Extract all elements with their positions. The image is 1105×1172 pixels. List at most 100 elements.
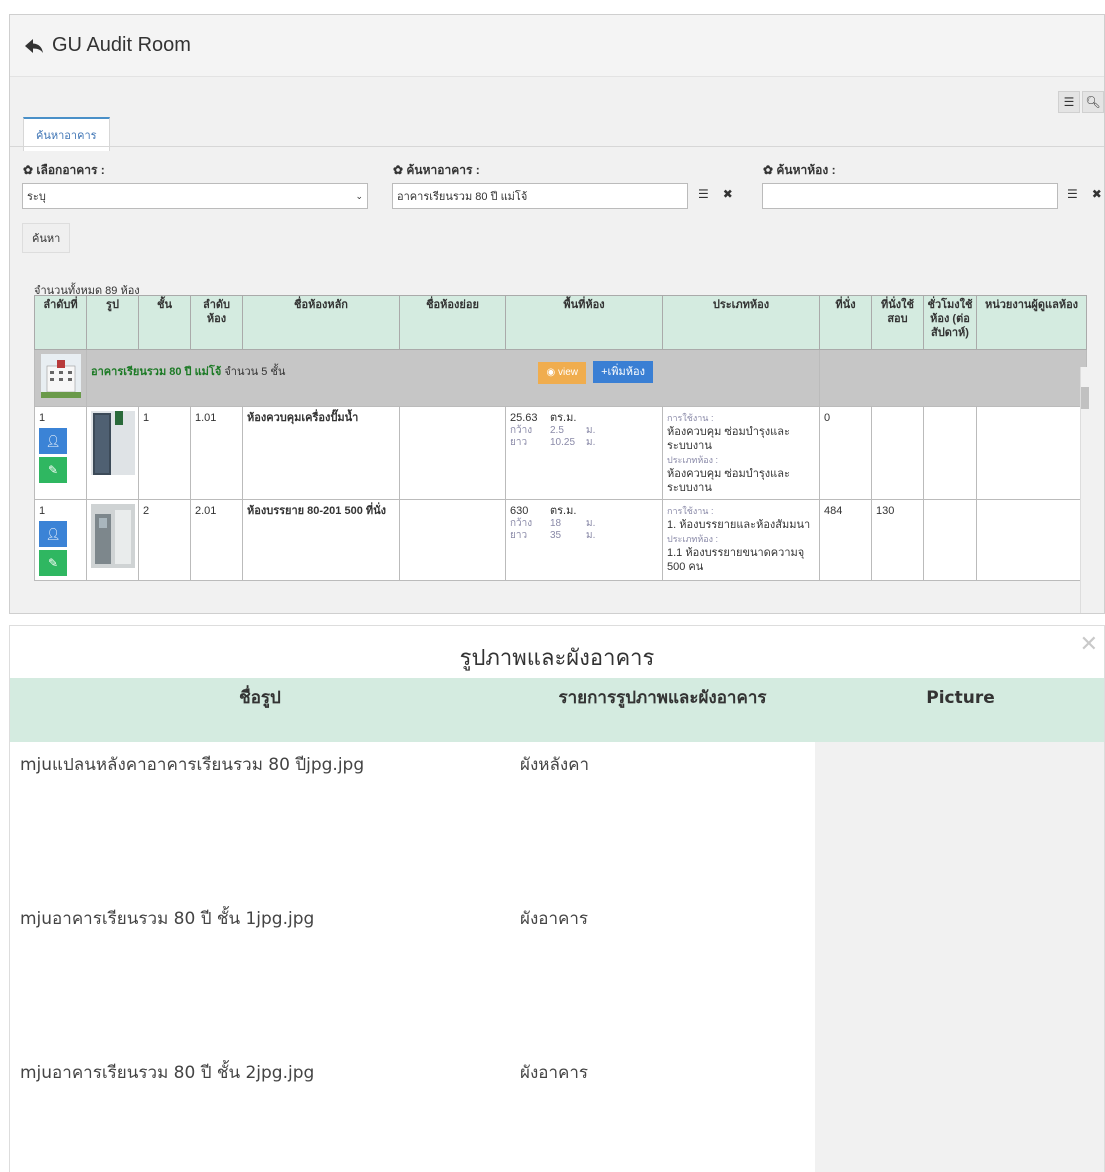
- room-photo[interactable]: [91, 504, 135, 568]
- table-scrollbar-thumb[interactable]: [1081, 387, 1089, 409]
- col-header[interactable]: ชื่อห้องย่อย: [399, 295, 506, 350]
- eye-icon: ◉: [546, 367, 558, 378]
- col-header[interactable]: ชื่อห้องหลัก: [242, 295, 400, 350]
- room-no-cell: 2.01: [190, 499, 243, 581]
- search-room-actions: ☰ ✖: [1067, 187, 1102, 201]
- list-view-button[interactable]: ☰: [1058, 91, 1080, 113]
- col-header[interactable]: ชั่วโมงใช้ห้อง (ต่อสัปดาห์): [923, 295, 977, 350]
- tab-divider: [10, 146, 1104, 147]
- col-header[interactable]: รูป: [86, 295, 139, 350]
- seats-cell: 0: [819, 406, 872, 500]
- picture-kind: ผังหลังคา: [520, 755, 590, 775]
- picture-kind: ผังอาคาร: [520, 909, 589, 929]
- picture-modal: รูปภาพและผังอาคาร ✕ ชื่อรูป รายการรูปภาพ…: [9, 625, 1105, 1172]
- list-icon[interactable]: ☰: [698, 187, 709, 201]
- picture-preview[interactable]: [815, 896, 1104, 1050]
- col-header[interactable]: หน่วยงานผู้ดูแลห้อง: [976, 295, 1087, 350]
- col-header[interactable]: ประเภทห้อง: [662, 295, 820, 350]
- picture-row: mjuอาคารเรียนรวม 80 ปี ชั้น 1jpg.jpg ผัง…: [10, 896, 1104, 1050]
- search-room-input[interactable]: [762, 183, 1058, 209]
- col-header: ชื่อรูป: [10, 678, 510, 742]
- picture-preview[interactable]: [815, 1050, 1104, 1172]
- col-header[interactable]: ที่นั่งใช้สอบ: [871, 295, 924, 350]
- owner-cell: [976, 499, 1087, 581]
- row-no: 1: [39, 412, 46, 424]
- search-button[interactable]: ค้นหา: [22, 223, 71, 253]
- building-group-row: อาคารเรียนรวม 80 ปี แม่โจ้ จำนวน 5 ชั้น …: [34, 349, 1087, 407]
- view-button[interactable]: ◉ view: [538, 362, 586, 384]
- building-group-name: อาคารเรียนรวม 80 ปี แม่โจ้: [91, 366, 222, 378]
- picture-kind: ผังอาคาร: [520, 1063, 589, 1083]
- building-thumbnail-cell: [34, 349, 87, 407]
- picture-name: mjuอาคารเรียนรวม 80 ปี ชั้น 1jpg.jpg: [20, 909, 315, 929]
- seats-cell: 484: [819, 499, 872, 581]
- modal-title: รูปภาพและผังอาคาร: [459, 646, 655, 671]
- search-building-label: ✿ ค้นหาอาคาร :: [393, 163, 480, 177]
- row-index-cell: 1 👤︎ ✎: [34, 406, 87, 500]
- panel-body: ☰ 🔍︎ ค้นหาอาคาร ✿ เลือกอาคาร : ✿ ค้นหาอา…: [10, 77, 1104, 613]
- col-header[interactable]: ลำดับห้อง: [190, 295, 243, 350]
- picture-row: mjuแปลนหลังคาอาคารเรียนรวม 80 ปีjpg.jpg …: [10, 742, 1104, 896]
- picture-table: ชื่อรูป รายการรูปภาพและผังอาคาร Picture …: [10, 678, 1104, 1172]
- col-header[interactable]: ลำดับที่: [34, 295, 87, 350]
- col-header[interactable]: พื้นที่ห้อง: [505, 295, 663, 350]
- user-button[interactable]: 👤︎: [39, 428, 67, 454]
- app-header: GU Audit Room: [10, 15, 1104, 77]
- search-room-label: ✿ ค้นหาห้อง :: [763, 163, 836, 177]
- search-icon: 🔍︎: [1085, 95, 1101, 109]
- picture-row: mjuอาคารเรียนรวม 80 ปี ชั้น 2jpg.jpg ผัง…: [10, 1050, 1104, 1172]
- app-title: GU Audit Room: [52, 34, 191, 56]
- close-icon[interactable]: ✕: [1080, 632, 1098, 657]
- sub-name-cell: [399, 499, 506, 581]
- owner-cell: [976, 406, 1087, 500]
- back-arrow-icon[interactable]: [24, 36, 44, 56]
- col-header[interactable]: ชั้น: [138, 295, 191, 350]
- sub-name-cell: [399, 406, 506, 500]
- table-header-row: ลำดับที่ รูป ชั้น ลำดับห้อง ชื่อห้องหลัก…: [34, 295, 1087, 350]
- list-icon: ☰: [1063, 95, 1075, 109]
- row-no: 1: [39, 505, 46, 517]
- hours-cell: [923, 406, 977, 500]
- search-building-input[interactable]: อาคารเรียนรวม 80 ปี แม่โจ้: [392, 183, 688, 209]
- add-room-button[interactable]: +เพิ่มห้อง: [593, 361, 653, 383]
- floor-cell: 1: [138, 406, 191, 500]
- gear-icon: ✿: [393, 163, 407, 177]
- building-photo[interactable]: [40, 354, 81, 398]
- building-floor-count: จำนวน 5 ชั้น: [224, 366, 286, 378]
- app-panel: GU Audit Room ☰ 🔍︎ ค้นหาอาคาร ✿ เลือกอาค…: [9, 14, 1105, 614]
- picture-name: mjuอาคารเรียนรวม 80 ปี ชั้น 2jpg.jpg: [20, 1063, 315, 1083]
- picture-preview[interactable]: [815, 742, 1104, 896]
- picture-name: mjuแปลนหลังคาอาคารเรียนรวม 80 ปีjpg.jpg: [20, 755, 365, 775]
- col-header: Picture: [815, 678, 1104, 742]
- select-building-label: ✿ เลือกอาคาร :: [23, 163, 105, 177]
- edit-button[interactable]: ✎: [39, 550, 67, 576]
- room-no-cell: 1.01: [190, 406, 243, 500]
- list-icon[interactable]: ☰: [1067, 187, 1078, 201]
- area-cell: 630 ตร.ม. กว้าง 18 ม. ยาว 35 ม.: [505, 499, 663, 581]
- user-icon: 👤︎: [45, 527, 61, 541]
- building-group-cell: อาคารเรียนรวม 80 ปี แม่โจ้ จำนวน 5 ชั้น …: [86, 349, 820, 407]
- area-cell: 25.63 ตร.ม. กว้าง 2.5 ม. ยาว 10.25 ม.: [505, 406, 663, 500]
- rooms-table: ลำดับที่ รูป ชั้น ลำดับห้อง ชื่อห้องหลัก…: [34, 295, 1087, 581]
- gear-icon: ✿: [23, 163, 37, 177]
- picture-table-header: ชื่อรูป รายการรูปภาพและผังอาคาร Picture: [10, 678, 1104, 742]
- row-index-cell: 1 👤︎ ✎: [34, 499, 87, 581]
- room-photo[interactable]: [91, 411, 135, 475]
- gear-icon: ✿: [763, 163, 777, 177]
- main-name-cell: ห้องควบคุมเครื่องปั๊มน้ำ: [242, 406, 400, 500]
- search-toggle-button[interactable]: 🔍︎: [1082, 91, 1104, 113]
- floor-cell: 2: [138, 499, 191, 581]
- clear-icon[interactable]: ✖: [723, 187, 733, 201]
- hours-cell: [923, 499, 977, 581]
- edit-icon: ✎: [47, 463, 59, 477]
- edit-button[interactable]: ✎: [39, 457, 67, 483]
- select-building-dropdown[interactable]: ระบุ ⌄: [22, 183, 368, 209]
- table-row: 1 👤︎ ✎ 2 2.01 ห้องบรรยาย 80-201 500 ที่น…: [34, 499, 1087, 581]
- clear-icon[interactable]: ✖: [1092, 187, 1102, 201]
- room-photo-cell: [86, 406, 139, 500]
- table-row: 1 👤︎ ✎ 1 1.01 ห้องควบคุมเครื่องปั๊มน้ำ 2…: [34, 406, 1087, 500]
- room-type-cell: การใช้งาน : 1. ห้องบรรยายและห้องสัมมนา ป…: [662, 499, 820, 581]
- col-header: รายการรูปภาพและผังอาคาร: [510, 678, 815, 742]
- user-button[interactable]: 👤︎: [39, 521, 67, 547]
- col-header[interactable]: ที่นั่ง: [819, 295, 872, 350]
